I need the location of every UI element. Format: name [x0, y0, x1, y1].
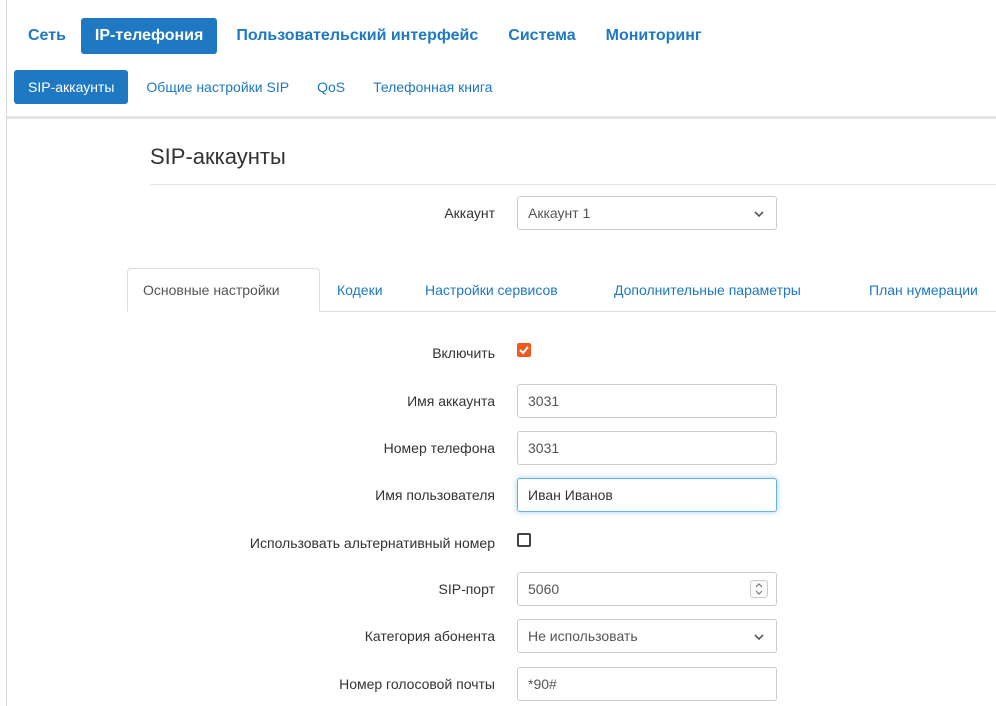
phone-number-input[interactable]: 3031	[517, 431, 777, 465]
main-nav-user-interface[interactable]: Пользовательский интерфейс	[221, 18, 493, 54]
sip-port-label: SIP-порт	[438, 581, 496, 597]
tab-dial-plan[interactable]: План нумерации	[869, 268, 978, 312]
account-select-value: Аккаунт 1	[528, 205, 591, 221]
left-frame-border	[0, 0, 7, 706]
subscriber-category-label: Категория абонента	[364, 628, 495, 644]
up-down-arrows-icon	[755, 583, 763, 595]
sip-port-input[interactable]: 5060	[517, 572, 777, 606]
subscriber-category-select[interactable]: Не использовать	[517, 619, 777, 653]
main-nav-ip-telephony[interactable]: IP-телефония	[80, 18, 218, 54]
chevron-down-icon	[754, 634, 764, 641]
tab-codecs[interactable]: Кодеки	[337, 268, 383, 312]
checkmark-icon	[519, 346, 529, 355]
voicemail-number-label: Номер голосовой почты	[339, 676, 495, 692]
enable-label: Включить	[432, 345, 495, 361]
account-name-input[interactable]: 3031	[517, 384, 777, 418]
tab-basic-settings[interactable]: Основные настройки	[127, 268, 320, 312]
subscriber-category-value: Не использовать	[528, 628, 638, 644]
voicemail-number-value: *90#	[528, 676, 557, 692]
main-nav-system[interactable]: Система	[493, 18, 590, 54]
sub-nav: SIP-аккаунты Общие настройки SIP QoS Тел…	[14, 70, 506, 104]
page-title: SIP-аккаунты	[150, 144, 286, 169]
tab-additional-params[interactable]: Дополнительные параметры	[614, 268, 801, 312]
account-name-label: Имя аккаунта	[407, 393, 495, 409]
nav-divider	[7, 116, 996, 119]
voicemail-number-input[interactable]: *90#	[517, 667, 777, 701]
sub-nav-sip-accounts[interactable]: SIP-аккаунты	[14, 70, 129, 104]
alt-number-checkbox[interactable]	[517, 533, 531, 547]
sub-nav-sip-general[interactable]: Общие настройки SIP	[128, 70, 303, 104]
alt-number-label: Использовать альтернативный номер	[249, 535, 495, 551]
title-divider	[150, 184, 996, 185]
main-nav-monitoring[interactable]: Мониторинг	[591, 18, 717, 54]
main-nav: Сеть IP-телефония Пользовательский интер…	[14, 18, 717, 54]
phone-number-label: Номер телефона	[383, 440, 495, 456]
tab-service-settings[interactable]: Настройки сервисов	[425, 268, 558, 312]
account-label: Аккаунт	[444, 205, 495, 221]
enable-checkbox[interactable]	[517, 343, 531, 357]
username-value: Иван Иванов	[528, 487, 613, 503]
sip-port-stepper[interactable]	[750, 580, 768, 598]
sub-nav-phonebook[interactable]: Телефонная книга	[359, 70, 506, 104]
phone-number-value: 3031	[528, 440, 560, 456]
username-input[interactable]: Иван Иванов	[517, 478, 777, 512]
sip-port-value: 5060	[528, 581, 560, 597]
settings-tabs: Основные настройки Кодеки Настройки серв…	[127, 268, 996, 312]
account-name-value: 3031	[528, 393, 560, 409]
chevron-down-icon	[754, 211, 764, 218]
sub-nav-qos[interactable]: QoS	[303, 70, 359, 104]
account-select[interactable]: Аккаунт 1	[517, 196, 777, 230]
username-label: Имя пользователя	[375, 487, 495, 503]
main-nav-network[interactable]: Сеть	[14, 18, 77, 54]
